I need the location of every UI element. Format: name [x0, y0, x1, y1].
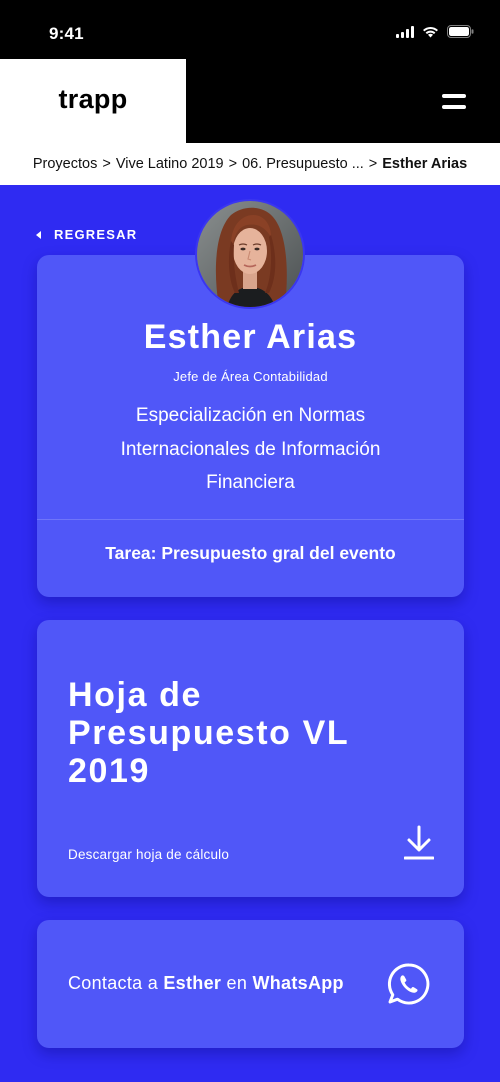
profile-task: Tarea: Presupuesto gral del evento [105, 543, 396, 563]
signal-icon [396, 25, 414, 38]
download-link[interactable]: Descargar hoja de cálculo [68, 847, 229, 862]
breadcrumb-item-vive-latino[interactable]: Vive Latino 2019 [116, 156, 224, 172]
breadcrumb-separator: > [228, 156, 238, 172]
breadcrumb-separator: > [102, 156, 111, 172]
back-button[interactable]: REGRESAR [36, 227, 137, 242]
wifi-icon [422, 26, 439, 38]
caret-left-icon [36, 230, 41, 239]
whatsapp-icon[interactable] [387, 962, 431, 1006]
profile-role: Jefe de Área Contabilidad [173, 369, 328, 384]
profile-name: Esther Arias [143, 318, 358, 356]
breadcrumb: Proyectos > Vive Latino 2019 > 06. Presu… [0, 143, 500, 185]
logo[interactable]: trapp [0, 59, 186, 143]
status-icons [396, 25, 474, 38]
hamburger-menu-icon[interactable] [442, 94, 466, 110]
app-header: trapp [0, 59, 500, 143]
download-icon[interactable] [403, 825, 435, 861]
battery-icon [447, 25, 474, 38]
avatar [195, 199, 305, 309]
logo-text: trapp [58, 83, 128, 114]
status-time: 9:41 [49, 24, 84, 43]
profile-specialization: Especialización en Normas Internacionale… [120, 405, 381, 493]
status-bar: 9:41 [0, 0, 500, 59]
contact-name: Esther [163, 973, 222, 993]
breadcrumb-current: Esther Arias [382, 156, 468, 172]
back-label: REGRESAR [54, 227, 138, 242]
whatsapp-contact-card[interactable]: Contacta a Esther en WhatsApp [37, 920, 464, 1048]
divider [37, 519, 464, 520]
contact-channel: WhatsApp [252, 973, 344, 993]
document-title: Hoja de Presupuesto VL 2019 [68, 676, 349, 790]
contact-prefix: Contacta a [68, 973, 159, 993]
breadcrumb-item-proyectos[interactable]: Proyectos [33, 156, 97, 172]
contact-middle: en [226, 973, 248, 993]
breadcrumb-separator: > [368, 156, 378, 172]
contact-text: Contacta a Esther en WhatsApp [68, 973, 344, 994]
breadcrumb-item-presupuesto[interactable]: 06. Presupuesto ... [242, 156, 364, 172]
document-card[interactable]: Hoja de Presupuesto VL 2019 Descargar ho… [37, 620, 464, 897]
